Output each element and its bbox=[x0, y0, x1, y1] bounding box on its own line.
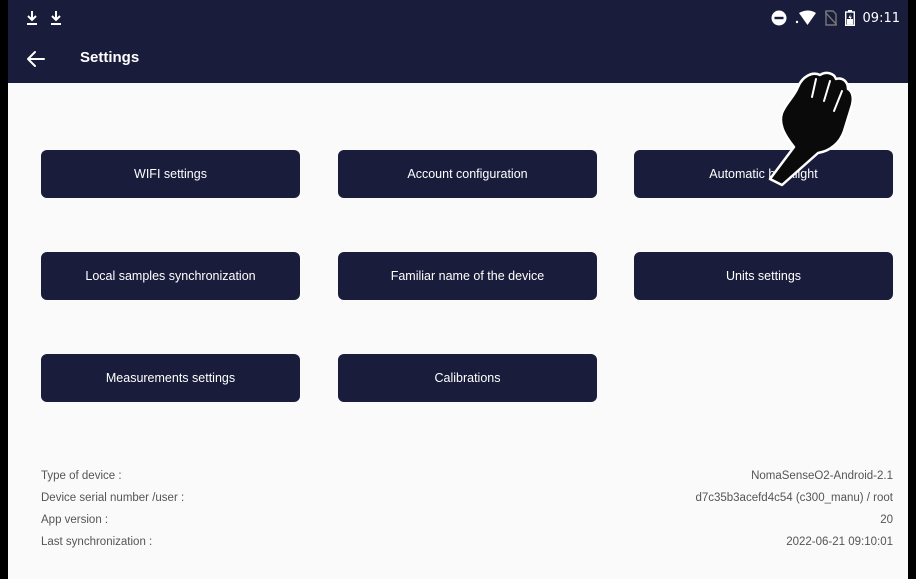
device-type-value: NomaSenseO2-Android-2.1 bbox=[751, 470, 893, 482]
device-type-label: Type of device : bbox=[41, 470, 122, 482]
arrow-left-icon[interactable] bbox=[24, 47, 48, 71]
download-icon bbox=[27, 11, 37, 25]
app-version-label: App version : bbox=[41, 514, 109, 526]
familiar-name-button[interactable]: Familiar name of the device bbox=[338, 252, 597, 300]
device-serial-value: d7c35b3acefd4c54 (c300_manu) / root bbox=[695, 492, 893, 504]
page-title: Settings bbox=[80, 49, 140, 66]
app-screen: 09:11 Settings WIFI settings Account con… bbox=[8, 0, 908, 579]
status-bar-left bbox=[26, 10, 62, 26]
device-serial-label: Device serial number /user : bbox=[41, 492, 185, 504]
wifi-icon bbox=[795, 10, 816, 25]
automatic-backlight-button[interactable]: Automatic backlight bbox=[634, 150, 893, 198]
download-icon bbox=[51, 11, 61, 25]
no-sim-icon bbox=[824, 10, 837, 26]
wifi-settings-button[interactable]: WIFI settings bbox=[41, 150, 300, 198]
measurements-settings-button[interactable]: Measurements settings bbox=[41, 354, 300, 402]
last-sync-label: Last synchronization : bbox=[41, 536, 153, 548]
app-version-value: 20 bbox=[880, 514, 893, 526]
units-settings-button[interactable]: Units settings bbox=[634, 252, 893, 300]
local-samples-sync-button[interactable]: Local samples synchronization bbox=[41, 252, 300, 300]
calibrations-button[interactable]: Calibrations bbox=[338, 354, 597, 402]
status-bar-right: 09:11 bbox=[771, 10, 900, 26]
app-bar: 09:11 Settings bbox=[8, 0, 908, 83]
battery-charging-icon bbox=[844, 10, 855, 26]
do-not-disturb-icon bbox=[771, 10, 787, 26]
last-sync-value: 2022-06-21 09:10:01 bbox=[786, 536, 893, 548]
account-configuration-button[interactable]: Account configuration bbox=[338, 150, 597, 198]
status-time: 09:11 bbox=[862, 10, 900, 26]
